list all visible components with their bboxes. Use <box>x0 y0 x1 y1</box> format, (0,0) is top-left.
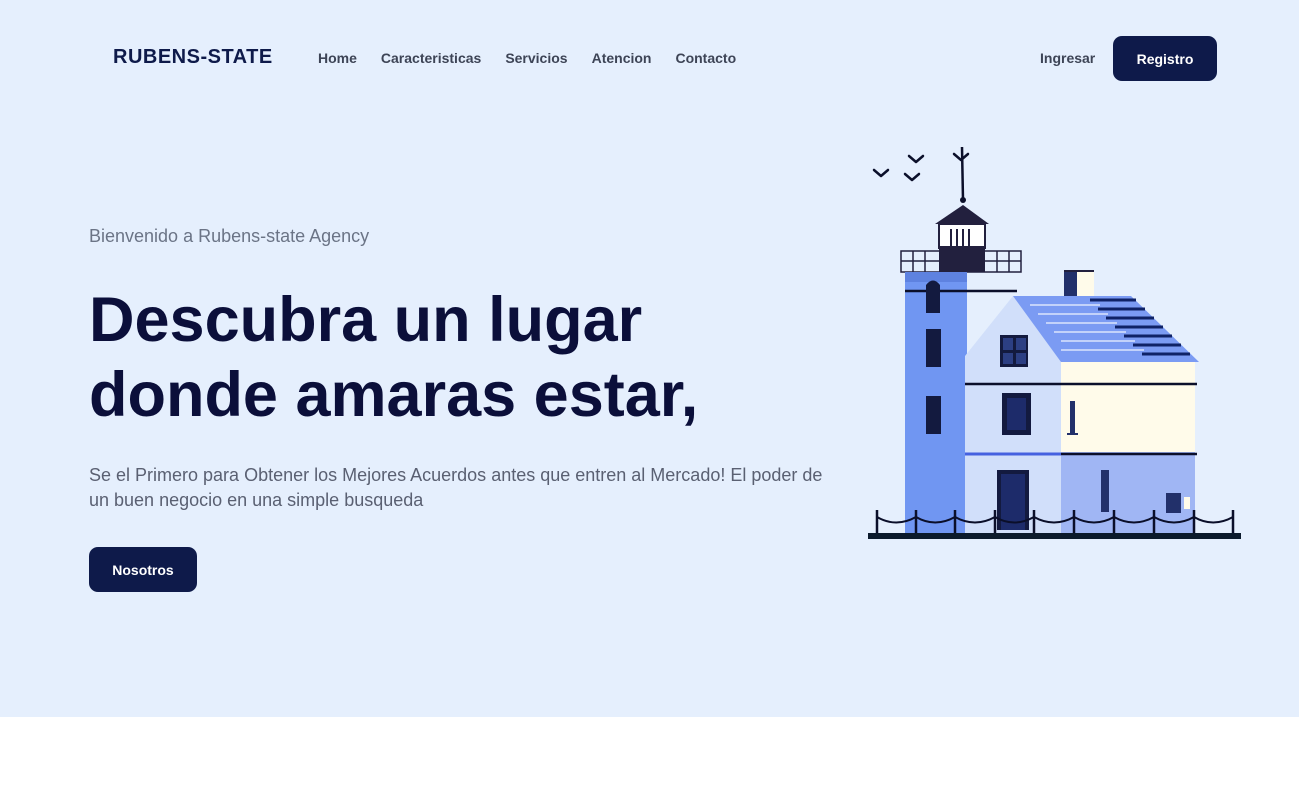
headline-line-1: Descubra un lugar <box>89 285 643 355</box>
nav-home[interactable]: Home <box>318 50 357 66</box>
nav-atencion[interactable]: Atencion <box>592 50 652 66</box>
headline-line-2: donde amaras estar, <box>89 360 699 430</box>
login-link[interactable]: Ingresar <box>1040 50 1095 66</box>
about-button[interactable]: Nosotros <box>89 547 197 592</box>
nav-caracteristicas[interactable]: Caracteristicas <box>381 50 481 66</box>
nav-contacto[interactable]: Contacto <box>675 50 736 66</box>
register-button[interactable]: Registro <box>1113 36 1217 81</box>
hero-subtitle: Se el Primero para Obtener los Mejores A… <box>89 465 823 510</box>
welcome-text: Bienvenido a Rubens-state Agency <box>89 226 370 246</box>
hero-headline: Descubra un lugar donde amaras estar, <box>89 283 789 433</box>
lighthouse-house-illustration <box>868 146 1241 539</box>
hero-section: RUBENS-STATE Home Caracteristicas Servic… <box>0 0 1299 717</box>
birds-icon <box>872 152 970 182</box>
main-nav: Home Caracteristicas Servicios Atencion … <box>318 50 760 66</box>
nav-servicios[interactable]: Servicios <box>505 50 567 66</box>
logo[interactable]: RUBENS-STATE <box>113 46 273 69</box>
